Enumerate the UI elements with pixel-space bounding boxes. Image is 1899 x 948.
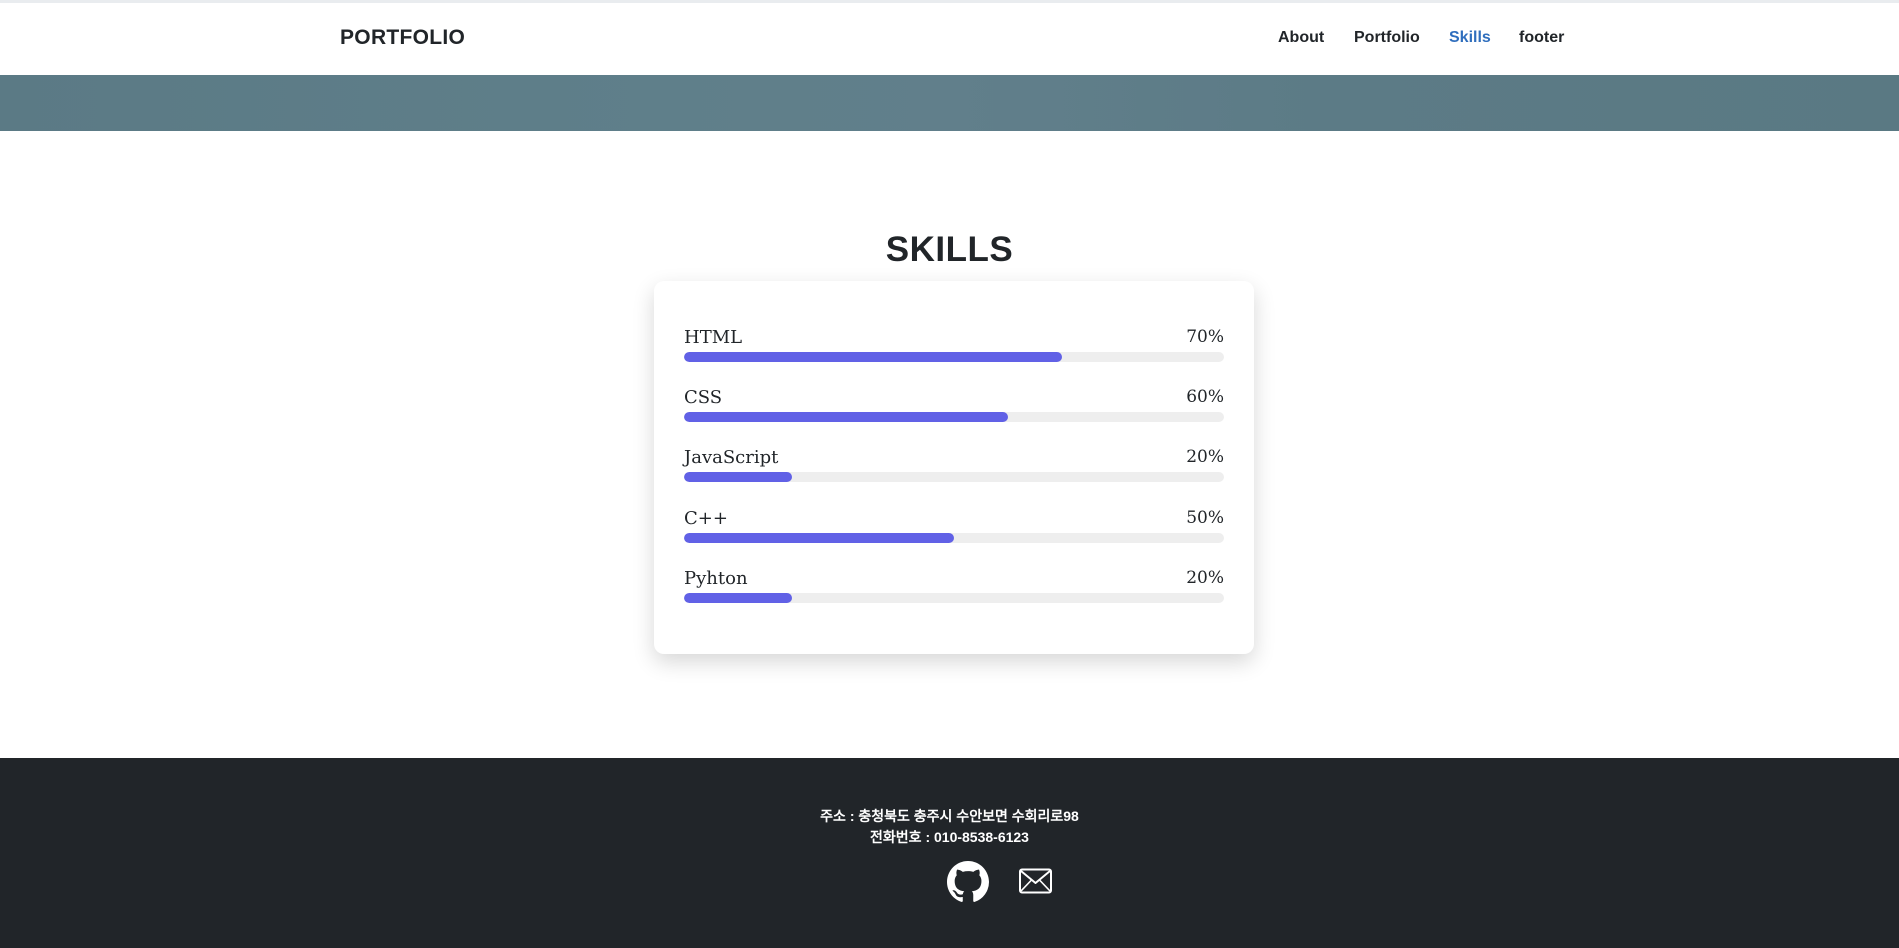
skills-card: HTML 70% CSS 60% JavaScript 20% C++ 50% … [654, 281, 1254, 654]
mail-icon[interactable] [1019, 868, 1052, 894]
skill-name: HTML [684, 327, 743, 348]
skill-bar-fill [684, 533, 954, 543]
skill-row: Pyhton 20% [684, 568, 1224, 614]
skill-percent: 50% [1186, 508, 1224, 528]
skill-percent: 20% [1186, 568, 1224, 588]
nav-link-about[interactable]: About [1278, 29, 1324, 47]
skill-row: HTML 70% [684, 327, 1224, 373]
nav-links: About Portfolio Skills footer [0, 29, 1899, 53]
skill-name: C++ [684, 508, 728, 529]
skill-bar-track [684, 472, 1224, 482]
github-icon[interactable] [947, 861, 989, 903]
skill-bar-fill [684, 412, 1008, 422]
skill-bar-fill [684, 472, 792, 482]
skill-bar-track [684, 533, 1224, 543]
footer-address: 주소 : 충청북도 충주시 수안보면 수회리로98 [820, 808, 1079, 824]
skill-percent: 20% [1186, 447, 1224, 467]
skill-bar-fill [684, 593, 792, 603]
skill-bar-fill [684, 352, 1062, 362]
nav-link-footer[interactable]: footer [1519, 29, 1564, 47]
skill-percent: 70% [1186, 327, 1224, 347]
skill-row: CSS 60% [684, 387, 1224, 433]
skill-name: JavaScript [684, 447, 779, 468]
nav-link-skills[interactable]: Skills [1449, 29, 1491, 47]
footer: 주소 : 충청북도 충주시 수안보면 수회리로98 전화번호 : 010-853… [0, 758, 1899, 948]
skill-percent: 60% [1186, 387, 1224, 407]
nav-link-portfolio[interactable]: Portfolio [1354, 29, 1420, 47]
skill-row: JavaScript 20% [684, 447, 1224, 493]
skill-bar-track [684, 352, 1224, 362]
skill-bar-track [684, 412, 1224, 422]
skill-bar-track [684, 593, 1224, 603]
navbar: PORTFOLIO About Portfolio Skills footer [0, 3, 1899, 75]
hero-image-strip [0, 75, 1899, 131]
skills-title: SKILLS [885, 230, 1014, 269]
skill-name: Pyhton [684, 568, 748, 589]
skill-name: CSS [684, 387, 723, 408]
footer-phone: 전화번호 : 010-8538-6123 [870, 829, 1029, 845]
skill-row: C++ 50% [684, 508, 1224, 554]
